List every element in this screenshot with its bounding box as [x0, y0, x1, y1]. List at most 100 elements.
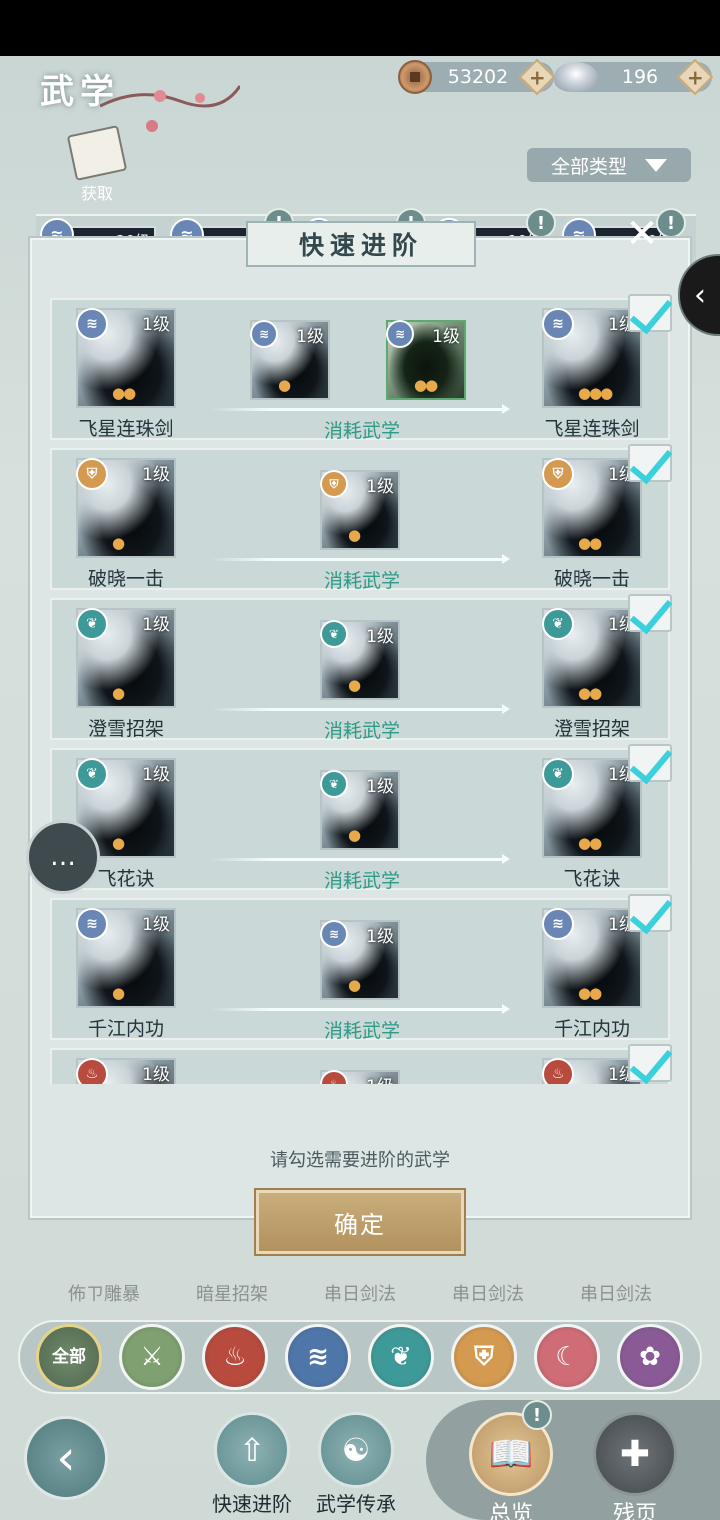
butterfly-school-icon: ❦	[76, 758, 108, 790]
wave-school-icon: ≋	[320, 920, 348, 948]
flame-school-icon: ♨	[542, 1058, 574, 1084]
wave-school-icon: ≋	[76, 308, 108, 340]
butterfly-icon: ❦	[390, 1342, 412, 1372]
quick-advance-label: 快速进阶	[212, 1492, 292, 1516]
row-checkbox[interactable]	[628, 594, 672, 632]
silver-ingot-icon	[554, 62, 598, 92]
result-skill-name: 千江内功	[553, 1018, 630, 1040]
silver-currency: 196 +	[554, 58, 714, 96]
back-button[interactable]: ‹	[24, 1416, 108, 1500]
chat-icon: …	[50, 842, 76, 872]
consume-label: 消耗武学	[323, 870, 400, 892]
obtain-button[interactable]: 获取	[62, 125, 132, 204]
consume-label: 消耗武学	[323, 570, 400, 592]
arrow-right-icon	[502, 404, 510, 414]
row-checkbox[interactable]	[628, 444, 672, 482]
source-skill-name: 澄雪招架	[87, 718, 164, 740]
arrow-right-icon	[502, 704, 510, 714]
background-skill-names: 佈ㄗ雕暴 暗星招架 串日剑法 串日剑法 串日剑法	[40, 1280, 680, 1306]
copper-currency: 53202 +	[398, 58, 556, 96]
consume-label: 消耗武学	[323, 720, 400, 742]
wave-school-icon: ≋	[386, 320, 414, 348]
source-skill-name: 千江内功	[87, 1018, 164, 1040]
advance-arrow-line	[210, 558, 506, 561]
result-skill-name: 破晓一击	[553, 568, 630, 590]
shield-school-icon: ⛨	[76, 458, 108, 490]
wave-school-icon: ≋	[76, 908, 108, 940]
modal-title: 快速进阶	[246, 221, 476, 267]
notification-badge: !	[522, 1400, 552, 1430]
row-checkbox[interactable]	[628, 1044, 672, 1082]
rose-icon: ✿	[639, 1342, 661, 1372]
copper-amount: 53202	[447, 66, 509, 88]
butterfly-school-icon: ❦	[76, 608, 108, 640]
background-skill-name: 串日剑法	[452, 1284, 524, 1305]
advance-row[interactable]: 1级 ● ≋ 千江内功 1级 ● ≋ 消耗武学 1级 ●● ≋ 千江内功	[50, 894, 672, 1042]
filter-all-button[interactable]: 全部	[36, 1324, 102, 1390]
advance-row[interactable]: 1级♨1级♨消耗武学1级♨	[50, 1044, 672, 1084]
shield-school-icon: ⛨	[542, 458, 574, 490]
filter-rose-button[interactable]: ✿	[617, 1324, 683, 1390]
consume-label: 消耗武学	[323, 420, 400, 442]
advance-row[interactable]: 1级 ● ❦ 澄雪招架 1级 ● ❦ 消耗武学 1级 ●● ❦ 澄雪招架	[50, 594, 672, 742]
result-skill-name: 澄雪招架	[553, 718, 630, 740]
silver-amount: 196	[621, 66, 659, 88]
obtain-label: 获取	[80, 184, 113, 203]
copper-coin-icon	[398, 60, 432, 94]
background-skill-name: 暗星招架	[196, 1284, 268, 1305]
filter-moon-button[interactable]: ☾	[534, 1324, 600, 1390]
inherit-label: 武学传承	[316, 1492, 396, 1516]
filter-blade-button[interactable]: ⚔	[119, 1324, 185, 1390]
wave-school-icon: ≋	[542, 308, 574, 340]
result-skill-name: 飞花诀	[563, 868, 621, 890]
advance-row[interactable]: 1级 ● ⛨ 破晓一击 1级 ● ⛨ 消耗武学 1级 ●● ⛨ 破晓一击	[50, 444, 672, 592]
advance-row[interactable]: 1级 ●● ≋ 飞星连珠剑 1级 ● ≋ 1级 ●● ≋ 消耗武学 1级 ●●● ≋ 飞星连珠剑	[50, 294, 672, 442]
advance-row[interactable]: 1级 ● ❦ 飞花诀 1级 ● ❦ 消耗武学 1级 ●● ❦ 飞花诀	[50, 744, 672, 892]
scroll-icon	[66, 125, 128, 181]
blade-icon: ⚔	[140, 1342, 164, 1372]
source-skill-name: 飞星连珠剑	[78, 418, 174, 440]
butterfly-school-icon: ❦	[542, 758, 574, 790]
add-silver-button[interactable]: +	[676, 58, 714, 96]
chat-bubble-button[interactable]: …	[26, 820, 100, 894]
flame-icon: ♨	[223, 1342, 247, 1372]
arrow-right-icon	[502, 1004, 510, 1014]
arrow-right-icon	[502, 854, 510, 864]
background-skill-name: 佈ㄗ雕暴	[68, 1284, 140, 1305]
puzzle-icon: ✚	[593, 1412, 677, 1496]
wave-school-icon: ≋	[250, 320, 278, 348]
inherit-button[interactable]: ☯ 武学传承	[308, 1412, 404, 1517]
advance-arrow-line	[210, 708, 506, 711]
butterfly-school-icon: ❦	[320, 770, 348, 798]
plum-branch-decoration	[100, 85, 240, 132]
filter-butterfly-button[interactable]: ❦	[368, 1324, 434, 1390]
confirm-button[interactable]: 确定	[256, 1190, 464, 1254]
shield-icon: ⛨	[474, 1341, 494, 1372]
filter-wave-button[interactable]: ≋	[285, 1324, 351, 1390]
add-copper-button[interactable]: +	[518, 58, 556, 96]
background-skill-name: 串日剑法	[324, 1284, 396, 1305]
row-checkbox[interactable]	[628, 294, 672, 332]
advance-arrow-line	[210, 1008, 506, 1011]
back-arrow-icon: ‹	[56, 1430, 76, 1486]
wave-icon: ≋	[307, 1342, 329, 1372]
row-checkbox[interactable]	[628, 894, 672, 932]
arrow-right-icon	[502, 554, 510, 564]
notification-badge: !	[526, 208, 556, 238]
butterfly-school-icon: ❦	[320, 620, 348, 648]
tab-fragments[interactable]: ✚ 残页	[590, 1412, 680, 1520]
close-icon[interactable]: ✕	[622, 214, 662, 254]
meditation-icon: ☯	[318, 1412, 394, 1488]
flame-school-icon: ♨	[76, 1058, 108, 1084]
source-skill-name: 破晓一击	[87, 568, 164, 590]
fragments-label: 残页	[612, 1502, 657, 1520]
moon-icon: ☾	[555, 1342, 579, 1372]
up-arrow-icon: ⇧	[214, 1412, 290, 1488]
row-checkbox[interactable]	[628, 744, 672, 782]
quick-advance-button[interactable]: ⇧ 快速进阶	[204, 1412, 300, 1517]
type-filter-dropdown[interactable]: 全部类型	[527, 148, 691, 182]
chevron-down-icon	[645, 158, 667, 172]
filter-flame-button[interactable]: ♨	[202, 1324, 268, 1390]
consume-label: 消耗武学	[323, 1020, 400, 1042]
filter-shield-button[interactable]: ⛨	[451, 1324, 517, 1390]
